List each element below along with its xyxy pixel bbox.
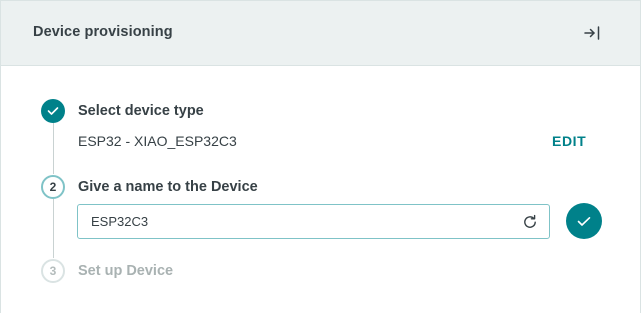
edit-device-type-button[interactable]: EDIT bbox=[552, 133, 586, 149]
panel-header: Device provisioning bbox=[1, 1, 640, 66]
step-1-indicator bbox=[41, 99, 65, 123]
exit-to-right-icon bbox=[584, 26, 600, 40]
step-3-indicator: 3 bbox=[41, 259, 65, 283]
panel-title: Device provisioning bbox=[33, 24, 173, 40]
selected-device-type: ESP32 - XIAO_ESP32C3 bbox=[78, 133, 237, 149]
regenerate-name-button[interactable] bbox=[520, 212, 540, 232]
close-panel-button[interactable] bbox=[582, 23, 602, 43]
device-provisioning-panel: Device provisioning Select device type E… bbox=[0, 0, 641, 313]
check-icon bbox=[577, 216, 591, 226]
refresh-icon bbox=[524, 214, 536, 228]
device-name-input[interactable] bbox=[78, 205, 518, 238]
step-2-indicator: 2 bbox=[41, 175, 65, 199]
step-connector-2 bbox=[53, 199, 54, 258]
device-name-field bbox=[77, 204, 550, 239]
check-icon bbox=[47, 107, 59, 115]
step-2-title: Give a name to the Device bbox=[78, 179, 258, 195]
confirm-name-button[interactable] bbox=[566, 203, 602, 239]
step-3-title: Set up Device bbox=[78, 263, 174, 279]
step-connector-1 bbox=[53, 123, 54, 174]
step-1-title: Select device type bbox=[78, 103, 204, 119]
